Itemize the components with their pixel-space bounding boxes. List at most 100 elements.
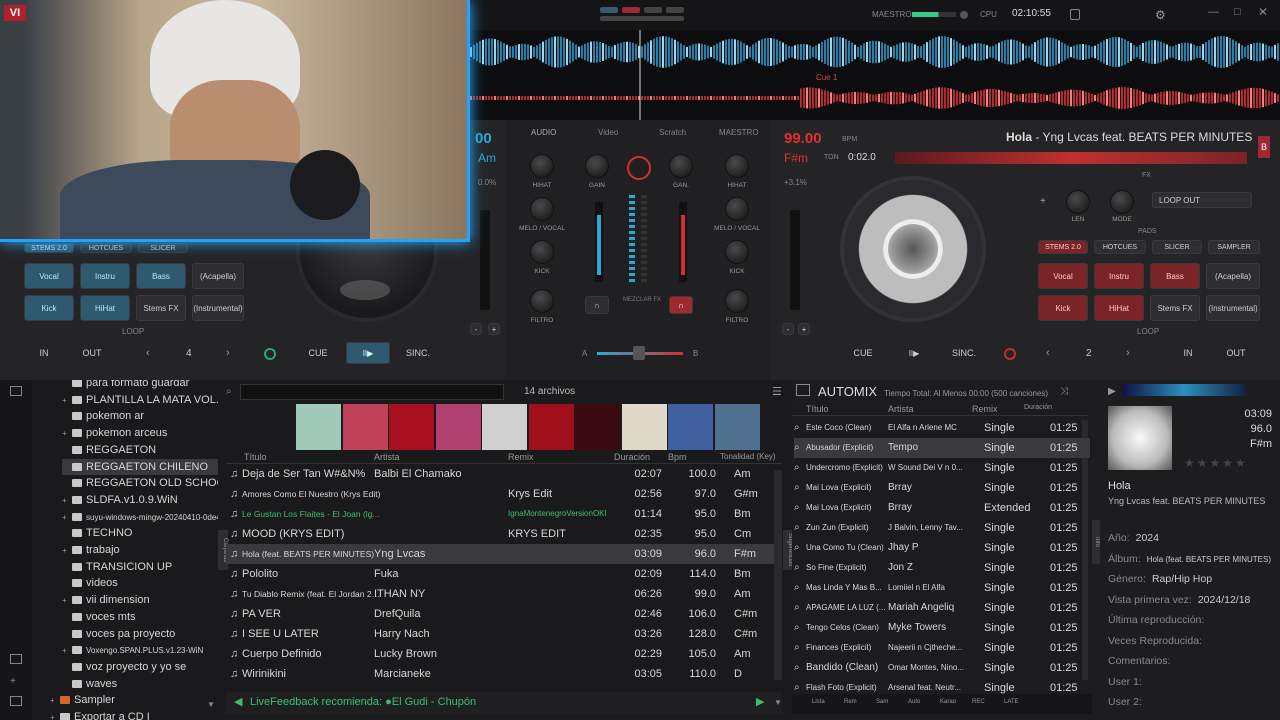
deck-right-len-knob[interactable]	[1066, 190, 1090, 214]
deck-left-loop-size[interactable]: 4	[186, 348, 192, 359]
folder-item[interactable]: voces mts	[62, 609, 136, 625]
search-icon[interactable]: ⌕	[794, 598, 800, 618]
deck-right-pad[interactable]: Kick	[1038, 295, 1088, 321]
deck-left-sync-led-icon[interactable]	[264, 348, 276, 360]
settings-icon[interactable]: ⚙	[1155, 8, 1166, 22]
mixer-left-kick-knob[interactable]	[530, 240, 554, 264]
automix-row[interactable]: ⌕ Mas Linda Y Mas B... Lomiiel n El Alfa Si…	[794, 578, 1090, 598]
layout-button[interactable]	[600, 7, 618, 13]
deck-left-pad[interactable]: Bass	[136, 263, 186, 289]
search-icon[interactable]: ⌕	[794, 418, 800, 438]
table-row[interactable]: ♫ Pololito Fuka 02:09 114.0 Bm	[226, 564, 782, 584]
add-icon[interactable]: +	[10, 676, 16, 687]
deck-right-out-button[interactable]: OUT	[1216, 342, 1256, 364]
expand-icon[interactable]: +	[62, 493, 72, 509]
automix-header-remix[interactable]: Remix	[972, 404, 998, 414]
automix-footer-button[interactable]: REC	[972, 699, 985, 705]
cover-strip[interactable]	[296, 404, 760, 450]
info-field-value[interactable]: Hola (feat. BEATS PER MINUTES)	[1147, 555, 1271, 564]
deck-left-out-button[interactable]: OUT	[72, 342, 112, 364]
table-row[interactable]: ♫ Tu Diablo Remix (feat. El Jordan 23... I…	[226, 584, 782, 604]
info-field-value[interactable]: 2024	[1136, 532, 1159, 544]
expand-icon[interactable]: +	[62, 510, 72, 526]
mixer-right-filter-knob[interactable]	[725, 289, 749, 313]
deck-left-tab-stems[interactable]: STEMS 2.0	[24, 243, 74, 253]
deck-left-pitch-slider[interactable]	[480, 210, 490, 310]
automix-row[interactable]: ⌕ Abusador (Explicit) Tempo Single 01:25	[794, 438, 1090, 458]
deck-right-mode-knob[interactable]	[1110, 190, 1134, 214]
deck-left-loop-prev-icon[interactable]: ‹	[146, 347, 150, 359]
expand-icon[interactable]: +	[62, 426, 72, 442]
folder-item[interactable]: voces pa proyecto	[62, 626, 175, 642]
deck-left-sync-button[interactable]: SINC.	[396, 342, 440, 364]
mixer-master-knob[interactable]	[627, 156, 651, 180]
mixer-left-melo-knob[interactable]	[530, 197, 554, 221]
deck-right-tab-sampler[interactable]: SAMPLER	[1208, 240, 1260, 254]
cover-thumbnail[interactable]	[435, 404, 481, 450]
mixer-right-gain-knob[interactable]	[669, 154, 693, 178]
mixer-tab-master[interactable]: MAESTRO	[719, 128, 759, 137]
deck-right-overview-waveform[interactable]	[895, 152, 1247, 164]
header-duration[interactable]: Duración	[614, 452, 650, 462]
header-artist[interactable]: Artista	[374, 452, 400, 462]
folder-icon[interactable]	[10, 386, 22, 396]
folder-item[interactable]: REGGAETON CHILENO	[62, 458, 218, 475]
deck-right-play-button[interactable]: II▶	[892, 342, 936, 364]
cover-thumbnail[interactable]	[482, 404, 527, 450]
side-tab-info[interactable]: Info	[1092, 520, 1100, 564]
expand-icon[interactable]: +	[62, 643, 72, 659]
cover-thumbnail[interactable]	[621, 404, 667, 450]
info-collapse-icon[interactable]: ▶	[1108, 386, 1116, 397]
deck-left-cue-button[interactable]: CUE	[296, 342, 340, 364]
folder-tree[interactable]: para formato guardar + PLANTILLA LA MATA V…	[32, 380, 218, 720]
automix-footer-button[interactable]: Auto	[908, 699, 920, 705]
live-feedback-play-icon[interactable]: ▶	[756, 695, 764, 708]
table-row[interactable]: ♫ Le Gustan Los Flaites - El Joan (lg... I…	[226, 504, 782, 524]
table-row[interactable]: ♫ Wirinikini Marcianeke 03:05 110.0 D	[226, 664, 782, 684]
folder-item[interactable]: + Sampler	[50, 692, 115, 708]
search-icon[interactable]: ⌕	[794, 578, 800, 598]
automix-header-title[interactable]: Título	[806, 404, 829, 414]
search-input[interactable]	[240, 384, 504, 400]
mixer-left-hihat-knob[interactable]	[530, 154, 554, 178]
automix-footer-button[interactable]: Lista	[812, 699, 825, 705]
cover-thumbnail[interactable]	[389, 404, 434, 450]
deck-left-tab-slicer[interactable]: SLICER	[138, 243, 188, 253]
folder-item[interactable]: + trabajo	[62, 542, 120, 558]
table-row[interactable]: ♫ Deja de Ser Tan W#&N% Balbi El Chamako 02…	[226, 464, 782, 484]
automix-row[interactable]: ⌕ APAGAME LA LUZ (... Mariah Angeliq Single…	[794, 598, 1090, 618]
folder-item[interactable]: TRANSICION UP	[62, 559, 172, 575]
table-row[interactable]: ♫ Cuerpo Definido Lucky Brown 02:29 105.0 Am	[226, 644, 782, 664]
master-volume-knob[interactable]	[960, 11, 968, 19]
search-icon[interactable]: ⌕	[794, 538, 800, 558]
deck-left-pad[interactable]: (Instrumental)	[192, 295, 244, 321]
automix-row[interactable]: ⌕ Tengo Celos (Clean) Myke Towers Single 01:…	[794, 618, 1090, 638]
mixer-right-melo-knob[interactable]	[725, 197, 749, 221]
mixer-right-headphone-icon[interactable]: ∩	[669, 296, 693, 314]
automix-footer-button[interactable]: LATE	[1004, 699, 1019, 705]
search-icon[interactable]: ⌕	[794, 438, 800, 458]
deck-right-loop-size[interactable]: 2	[1086, 348, 1092, 359]
search-icon[interactable]: ⌕	[794, 658, 800, 678]
cover-thumbnail[interactable]	[342, 404, 388, 450]
table-row[interactable]: ♫ MOOD (KRYS EDIT) KRYS EDIT 02:35 95.0 Cm	[226, 524, 782, 544]
expand-icon[interactable]: +	[50, 710, 60, 720]
folder-item[interactable]: + vii dimension	[62, 592, 150, 608]
expand-icon[interactable]: +	[62, 543, 72, 559]
deck-right-pad[interactable]: (Instrumental)	[1206, 295, 1260, 321]
deck-left-loop-next-icon[interactable]: ›	[226, 347, 230, 359]
tracklist-scroll-down-icon[interactable]: ▼	[774, 698, 782, 707]
cover-thumbnail[interactable]	[528, 404, 574, 450]
deck-left-pad[interactable]: Stems FX	[136, 295, 186, 321]
table-row[interactable]: ♫ PA VER DrefQuila 02:46 106.0 C#m	[226, 604, 782, 624]
deck-right-fx-select[interactable]: LOOP OUT	[1152, 192, 1252, 208]
deck-right-pad[interactable]: Bass	[1150, 263, 1200, 289]
automix-row[interactable]: ⌕ Finances (Explicit) Najeerii n Cjtheche.…	[794, 638, 1090, 658]
side-panel-icon[interactable]	[10, 696, 22, 706]
table-row[interactable]: ♫ I SEE U LATER Harry Nach 03:26 128.0 C#m	[226, 624, 782, 644]
table-row[interactable]: ♫ Amores Como El Nuestro (Krys Edit) Krys …	[226, 484, 782, 504]
cover-thumbnail[interactable]	[668, 404, 713, 450]
search-icon[interactable]: ⌕	[794, 558, 800, 578]
mixer-tab-scratch[interactable]: Scratch	[659, 128, 686, 137]
table-row[interactable]: ♫ Hola (feat. BEATS PER MINUTES) Yng Lvcas…	[226, 544, 782, 564]
